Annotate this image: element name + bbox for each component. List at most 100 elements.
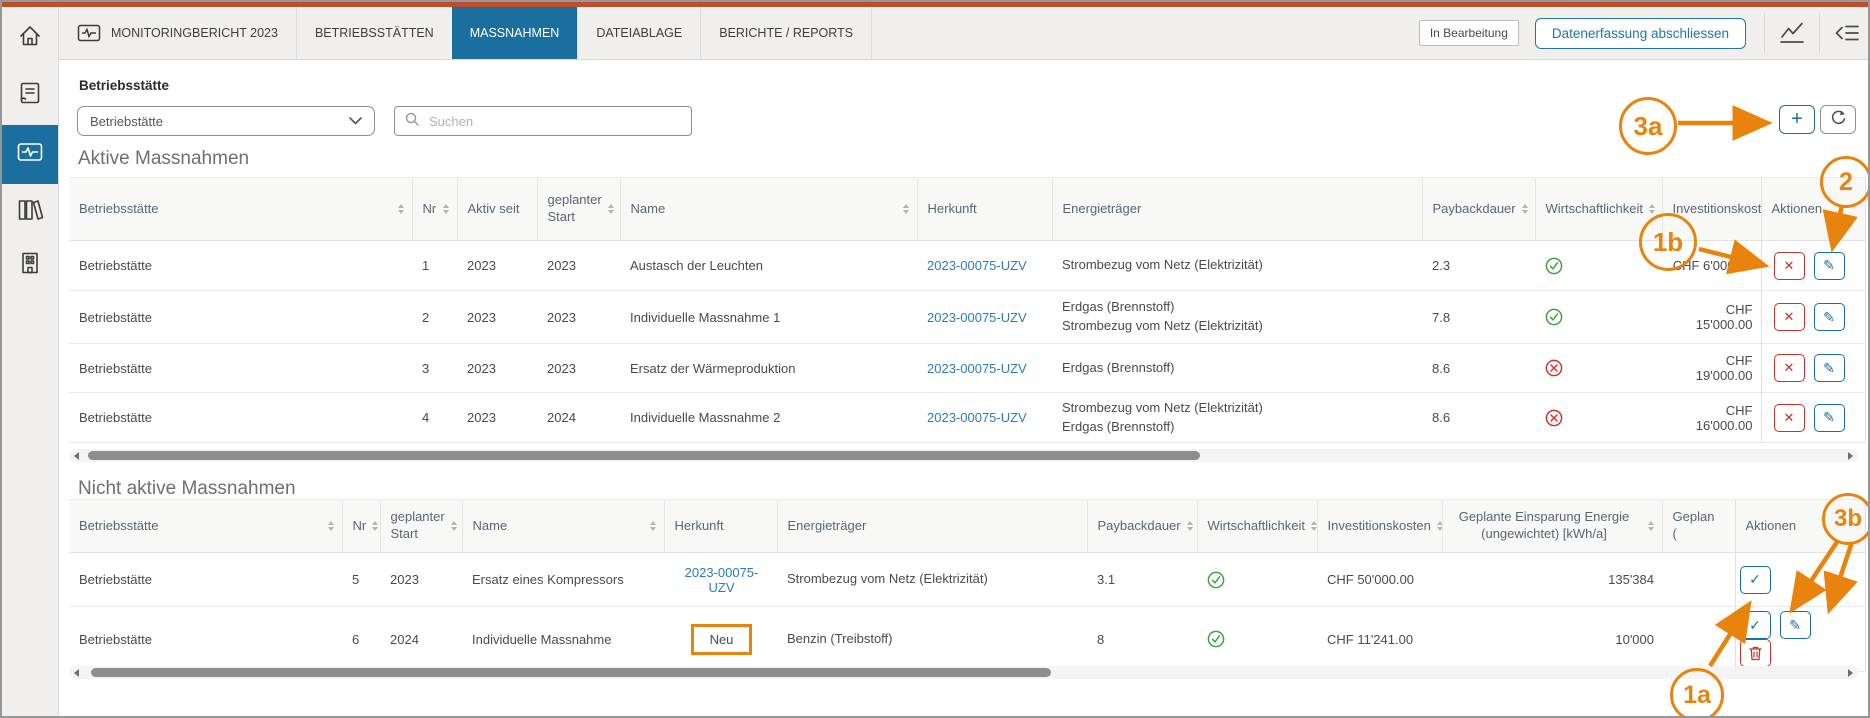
herkunft-link[interactable]: 2023-00075-UZV	[681, 565, 763, 595]
callout-3b: 3b	[1822, 493, 1870, 545]
deactivate-button[interactable]: ✕	[1774, 252, 1805, 280]
edit-button[interactable]: ✎	[1814, 404, 1845, 432]
scroll-right-arrow[interactable]	[1848, 669, 1853, 677]
top-navbar: MONITORINGBERICHT 2023 BETRIEBSSTÄTTEN M…	[59, 7, 1870, 60]
sort-icon[interactable]	[443, 204, 449, 214]
sort-icon[interactable]	[1648, 521, 1654, 531]
col-investitionskosten: Investitionskosten	[1317, 500, 1442, 553]
col-geplante-truncated: Geplan(	[1662, 500, 1735, 553]
section-title-active: Aktive Massnahmen	[78, 148, 249, 170]
delete-button[interactable]	[1740, 639, 1771, 667]
col-energietraeger: Energieträger	[777, 500, 1087, 553]
chevron-down-icon	[349, 112, 362, 130]
search-input[interactable]	[427, 113, 681, 130]
sort-icon[interactable]	[372, 521, 378, 531]
col-nr: Nr	[412, 178, 457, 241]
activate-button[interactable]: ✓	[1740, 566, 1771, 594]
col-betriebsstaette: Betriebsstätte	[69, 500, 342, 553]
sort-icon[interactable]	[1522, 204, 1528, 214]
sidebar-item-monitoring[interactable]	[2, 125, 58, 184]
col-paybackdauer: Paybackdauer	[1422, 178, 1535, 241]
col-herkunft: Herkunft	[917, 178, 1052, 241]
status-icon	[1545, 359, 1654, 377]
sort-icon[interactable]	[608, 204, 614, 214]
deactivate-button[interactable]: ✕	[1774, 404, 1805, 432]
tab-dateiablage[interactable]: DATEIABLAGE	[577, 7, 700, 59]
betriebsstaette-dropdown[interactable]: Betriebstätte	[77, 106, 375, 136]
library-books-icon	[16, 197, 44, 228]
scroll-right-arrow[interactable]	[1848, 452, 1853, 460]
horizontal-scrollbar[interactable]	[69, 449, 1858, 462]
deactivate-button[interactable]: ✕	[1774, 354, 1805, 382]
herkunft-link[interactable]: 2023-00075-UZV	[927, 361, 1027, 376]
table-row: Betriebstätte 5 2023 Ersatz eines Kompre…	[69, 553, 1865, 607]
sort-icon[interactable]	[903, 204, 909, 214]
col-geplante-einsparung: Geplante Einsparung Energie (ungewichtet…	[1442, 500, 1662, 553]
sort-icon[interactable]	[1649, 204, 1655, 214]
scroll-left-arrow[interactable]	[74, 452, 79, 460]
table-row: Betriebstätte 3 2023 2023 Ersatz der Wär…	[69, 344, 1865, 393]
edit-button[interactable]: ✎	[1814, 303, 1845, 331]
herkunft-link[interactable]: 2023-00075-UZV	[927, 410, 1027, 425]
edit-button[interactable]: ✎	[1814, 354, 1845, 382]
col-geplanter-start: geplanter Start	[380, 500, 462, 553]
col-name: Name	[620, 178, 917, 241]
sort-icon[interactable]	[398, 204, 404, 214]
activate-button[interactable]: ✓	[1740, 611, 1771, 639]
tab-betriebsstaetten[interactable]: BETRIEBSSTÄTTEN	[296, 7, 452, 59]
callout-3a: 3a	[1619, 97, 1677, 155]
refresh-button[interactable]	[1820, 105, 1856, 134]
sort-icon[interactable]	[451, 521, 457, 531]
sort-icon[interactable]	[1311, 521, 1317, 531]
status-icon	[1545, 257, 1654, 275]
scrollbar-thumb[interactable]	[88, 451, 1200, 460]
callout-1a: 1a	[1670, 668, 1724, 718]
section-title-inactive: Nicht aktive Massnahmen	[78, 478, 296, 500]
collapse-panel-icon[interactable]	[1830, 16, 1864, 50]
scrollbar-thumb[interactable]	[91, 668, 1051, 677]
sidebar-item-journal[interactable]	[2, 77, 58, 113]
scroll-left-arrow[interactable]	[74, 669, 79, 677]
navbar-right-group: In Bearbeitung Datenerfassung abschliess…	[1419, 7, 1870, 59]
table-row: Betriebstätte 2 2023 2023 Individuelle M…	[69, 291, 1865, 344]
tab-label: BERICHTE / REPORTS	[719, 26, 853, 40]
sort-icon[interactable]	[650, 521, 656, 531]
filter-label: Betriebsstätte	[79, 78, 169, 93]
col-paybackdauer: Paybackdauer	[1087, 500, 1197, 553]
tab-label: MASSNAHMEN	[470, 26, 560, 40]
sidebar-item-home[interactable]	[2, 13, 58, 63]
chart-icon[interactable]	[1775, 16, 1809, 50]
tab-label: DATEIABLAGE	[596, 26, 682, 40]
deactivate-button[interactable]: ✕	[1774, 303, 1805, 331]
horizontal-scrollbar[interactable]	[69, 666, 1858, 679]
search-icon	[405, 112, 419, 131]
sort-icon[interactable]	[1437, 521, 1442, 531]
edit-button[interactable]: ✎	[1780, 611, 1811, 639]
status-badge: In Bearbeitung	[1419, 20, 1519, 46]
tab-label: MONITORINGBERICHT 2023	[111, 26, 278, 40]
status-icon	[1207, 571, 1309, 589]
callout-2: 2	[1820, 156, 1870, 208]
add-massnahme-button[interactable]: +	[1779, 105, 1815, 134]
status-icon	[1207, 630, 1309, 648]
table-header-row: Betriebsstätte Nr Aktiv seit geplanter S…	[69, 178, 1865, 241]
tab-berichte-reports[interactable]: BERICHTE / REPORTS	[700, 7, 872, 59]
edit-button[interactable]: ✎	[1814, 252, 1845, 280]
finish-data-entry-button[interactable]: Datenerfassung abschliessen	[1535, 18, 1746, 49]
table-row: Betriebstätte 6 2024 Individuelle Massna…	[69, 607, 1865, 672]
home-icon	[17, 23, 43, 54]
sidebar-item-library[interactable]	[2, 194, 58, 230]
col-betriebsstaette: Betriebsstätte	[69, 178, 412, 241]
top-accent-stripe	[2, 2, 1868, 7]
tab-monitoringbericht[interactable]: MONITORINGBERICHT 2023	[59, 7, 296, 59]
col-herkunft: Herkunft	[664, 500, 777, 553]
sort-icon[interactable]	[1187, 521, 1193, 531]
sidebar-item-building[interactable]	[2, 247, 58, 283]
table-row: Betriebstätte 1 2023 2023 Austasch der L…	[69, 241, 1865, 291]
refresh-icon	[1829, 108, 1847, 131]
herkunft-link[interactable]: 2023-00075-UZV	[927, 310, 1027, 325]
herkunft-link[interactable]: 2023-00075-UZV	[927, 258, 1027, 273]
col-name: Name	[462, 500, 664, 553]
sort-icon[interactable]	[328, 521, 334, 531]
tab-massnahmen[interactable]: MASSNAHMEN	[452, 7, 578, 59]
